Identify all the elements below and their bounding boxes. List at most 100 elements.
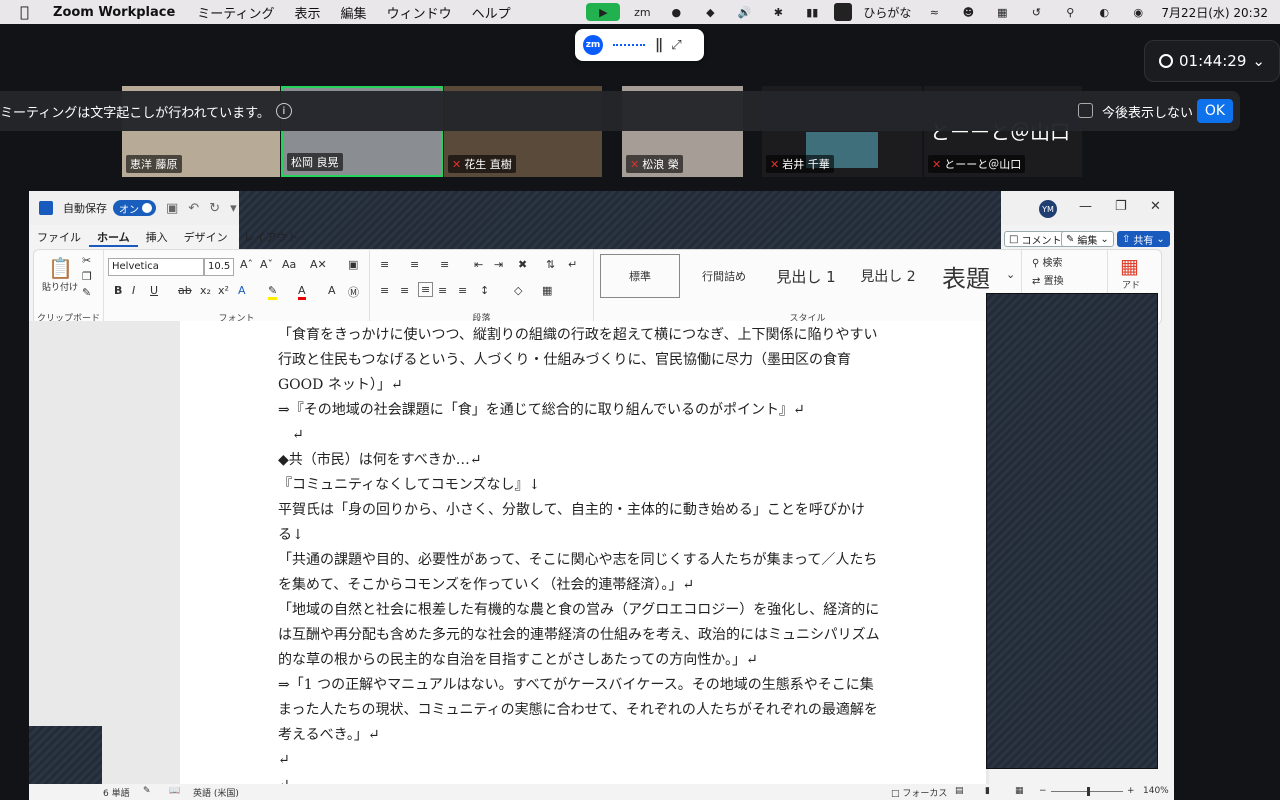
multilevel-list-icon[interactable]: ≡: [440, 258, 449, 271]
menu-window[interactable]: ウィンドウ: [377, 3, 462, 22]
asian-layout-icon[interactable]: ✖: [518, 258, 527, 271]
dont-show-label[interactable]: 今後表示しない: [1102, 102, 1193, 121]
style-title[interactable]: 表題: [930, 254, 1002, 298]
format-painter-icon[interactable]: ✎: [82, 286, 91, 299]
document-page[interactable]: 「食育をきっかけに使いつつ、縦割りの組織の行政を超えて横につなぎ、上下関係に陥り…: [180, 321, 986, 793]
style-heading-2[interactable]: 見出し 2: [848, 254, 928, 298]
increase-indent-icon[interactable]: ⇥: [494, 258, 503, 271]
borders-icon[interactable]: ▦: [542, 284, 552, 297]
zoom-video-status-icon[interactable]: ▶: [586, 3, 621, 21]
restore-icon[interactable]: ❐: [1115, 199, 1127, 214]
strikethrough-icon[interactable]: ab: [178, 284, 192, 297]
tab-design[interactable]: デザイン: [176, 225, 236, 247]
justify-icon[interactable]: ≡: [438, 284, 447, 297]
zoom-menu-icon[interactable]: zm: [630, 3, 654, 21]
addins-label[interactable]: アド: [1122, 278, 1140, 291]
undo-icon[interactable]: ↶: [188, 201, 199, 216]
line-spacing-icon[interactable]: ↕: [480, 284, 489, 297]
focus-button[interactable]: □ フォーカス: [891, 786, 947, 799]
tab-insert[interactable]: 挿入: [138, 225, 176, 247]
volume-icon[interactable]: 🔊: [732, 3, 756, 21]
autosave-toggle[interactable]: オン: [113, 200, 156, 216]
distribute-icon[interactable]: ≡: [458, 284, 467, 297]
search-button[interactable]: ⚲ 検索: [1032, 254, 1063, 269]
tab-file[interactable]: ファイル: [29, 225, 89, 247]
align-left-icon[interactable]: ≡: [380, 284, 389, 297]
shrink-font-icon[interactable]: Aˇ: [260, 258, 273, 271]
ime-label[interactable]: ひらがな: [863, 4, 911, 21]
keyboard-icon[interactable]: ▦: [990, 3, 1014, 21]
zoom-level[interactable]: 140%: [1143, 786, 1169, 796]
sort-icon[interactable]: ⇅: [546, 258, 555, 271]
word-count[interactable]: 6 単語: [103, 786, 130, 799]
zoom-logo-icon[interactable]: zm: [583, 35, 603, 55]
customize-toolbar-icon[interactable]: ▾: [230, 201, 237, 216]
underline-icon[interactable]: U: [150, 284, 158, 297]
language-status[interactable]: 英語 (米国): [193, 786, 239, 799]
shading-icon[interactable]: ◇: [514, 284, 522, 297]
cut-icon[interactable]: ✂: [82, 254, 91, 267]
text-effects-icon[interactable]: A: [238, 284, 246, 297]
change-case-icon[interactable]: Aa: [282, 258, 296, 271]
share-button[interactable]: ⇧ 共有 ⌄: [1117, 231, 1170, 247]
subscript-icon[interactable]: x₂: [200, 284, 211, 297]
paste-icon[interactable]: 📋: [48, 256, 73, 280]
font-name-select[interactable]: Helvetica: [108, 258, 204, 276]
time-machine-icon[interactable]: ↺: [1024, 3, 1048, 21]
bluetooth-icon[interactable]: ✱: [766, 3, 790, 21]
meeting-timer[interactable]: 01:44:29 ⌄: [1144, 40, 1280, 82]
align-center-icon[interactable]: ≡: [400, 284, 409, 297]
document-body[interactable]: 「食育をきっかけに使いつつ、縦割りの組織の行政を超えて横につなぎ、上下関係に陥り…: [278, 323, 918, 798]
grow-font-icon[interactable]: Aˆ: [240, 258, 253, 271]
font-color-icon[interactable]: A: [298, 284, 306, 300]
styles-more-icon[interactable]: ⌄: [1006, 268, 1015, 281]
comment-button[interactable]: □ コメント: [1004, 231, 1067, 247]
zoom-in-icon[interactable]: +: [1127, 786, 1135, 796]
addins-icon[interactable]: ▦: [1120, 254, 1139, 278]
style-normal[interactable]: 標準: [600, 254, 680, 298]
text-effects-box-icon[interactable]: ▣: [348, 258, 358, 271]
line-icon[interactable]: ●: [664, 3, 688, 21]
pause-icon[interactable]: ||: [655, 37, 663, 53]
tab-home[interactable]: ホーム: [89, 225, 138, 247]
zoom-out-icon[interactable]: −: [1039, 786, 1047, 796]
dont-show-checkbox[interactable]: [1078, 103, 1093, 118]
menubar-clock[interactable]: 7月22日(水) 20:32: [1161, 4, 1268, 21]
menu-app-name[interactable]: Zoom Workplace: [43, 5, 187, 20]
control-center-icon[interactable]: ◐: [1092, 3, 1116, 21]
menu-edit[interactable]: 編集: [331, 3, 377, 22]
bold-icon[interactable]: B: [114, 284, 122, 297]
edit-mode-button[interactable]: ✎ 編集 ⌄: [1061, 231, 1114, 247]
minimize-icon[interactable]: —: [1079, 199, 1092, 214]
spotlight-search-icon[interactable]: ⚲: [1058, 3, 1082, 21]
italic-icon[interactable]: I: [132, 284, 135, 297]
replace-button[interactable]: ⇄ 置換: [1032, 272, 1064, 287]
enclose-char-icon[interactable]: Ⓜ: [348, 284, 359, 300]
superscript-icon[interactable]: x²: [218, 284, 229, 297]
proofing-icon[interactable]: ✎: [143, 786, 151, 796]
copy-icon[interactable]: ❐: [82, 270, 92, 283]
avatar[interactable]: YM: [1039, 200, 1057, 218]
info-icon[interactable]: i: [275, 103, 292, 119]
font-size-select[interactable]: 10.5: [204, 258, 234, 276]
tab-layout[interactable]: レイアウト: [236, 225, 307, 247]
menu-help[interactable]: ヘルプ: [462, 3, 521, 22]
redo-icon[interactable]: ↻: [209, 201, 220, 216]
ok-button[interactable]: OK: [1197, 99, 1233, 123]
siri-icon[interactable]: ◉: [1126, 3, 1150, 21]
wifi-icon[interactable]: ≈: [922, 3, 946, 21]
align-right-icon[interactable]: ≡: [418, 282, 434, 297]
show-marks-icon[interactable]: ↵: [568, 258, 577, 271]
save-icon[interactable]: ▣: [166, 201, 178, 216]
battery-icon[interactable]: ▮▮: [800, 3, 824, 21]
reading-icon[interactable]: 📖: [169, 786, 180, 796]
menu-meeting[interactable]: ミーティング: [187, 3, 284, 22]
clear-format-icon[interactable]: A✕: [310, 258, 327, 271]
ime-badge[interactable]: あ: [834, 3, 853, 21]
style-heading-1[interactable]: 見出し 1: [766, 254, 846, 298]
read-mode-icon[interactable]: ▤: [955, 786, 964, 796]
bullets-icon[interactable]: ≡: [380, 258, 389, 271]
decrease-indent-icon[interactable]: ⇤: [474, 258, 483, 271]
expand-icon[interactable]: ⤢: [671, 38, 681, 53]
paste-label[interactable]: 貼り付け: [42, 280, 78, 293]
